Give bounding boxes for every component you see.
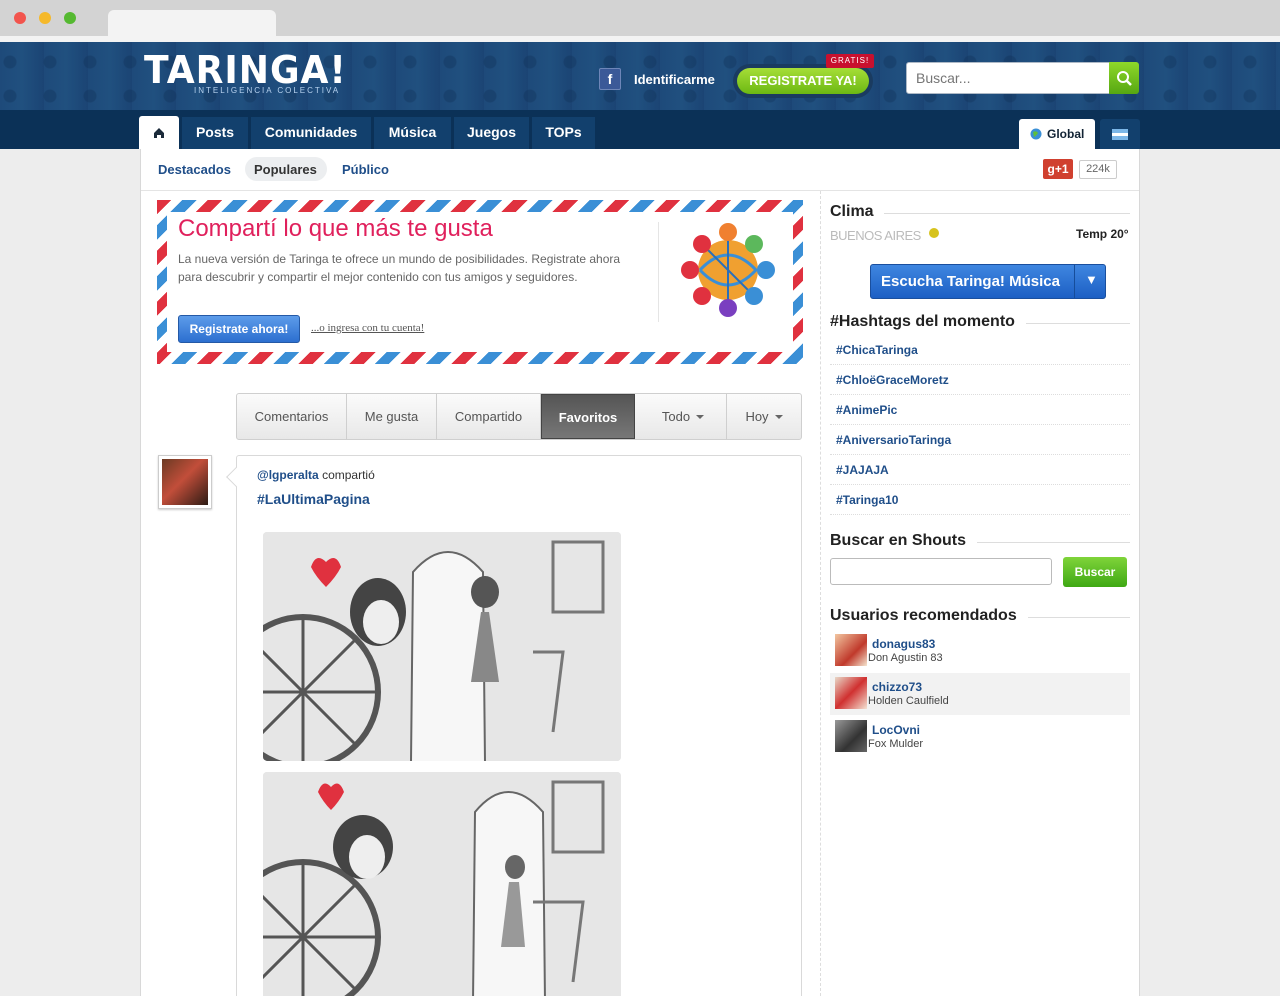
chevron-down-icon: [774, 415, 783, 419]
hashtag-divider: [830, 514, 1130, 515]
comic-panel-2[interactable]: [263, 772, 621, 996]
taringa-musica-label: Escucha Taringa! Música: [881, 273, 1060, 290]
hashtag-item[interactable]: #JAJAJA: [836, 463, 889, 477]
avatar: [835, 720, 867, 752]
argentina-flag-icon: [1112, 129, 1128, 140]
login-link[interactable]: Identificarme: [634, 72, 715, 87]
taringa-musica-button[interactable]: Escucha Taringa! Música: [870, 264, 1106, 299]
nav-musica[interactable]: Música: [374, 117, 451, 149]
users-heading: Usuarios recomendados: [830, 607, 1017, 624]
weather-sun-icon: [929, 228, 939, 238]
hashtag-divider: [830, 364, 1130, 365]
comic-panel-1[interactable]: [263, 532, 621, 761]
hashtag-item[interactable]: #Taringa10: [836, 493, 898, 507]
filter-todo-label: Todo: [661, 409, 691, 424]
subnav-populares[interactable]: Populares: [254, 162, 317, 177]
subnav-destacados[interactable]: Destacados: [158, 162, 231, 177]
user-name[interactable]: LocOvni: [872, 723, 920, 737]
register-button[interactable]: REGISTRATE YA!: [737, 68, 869, 94]
hashtag-divider: [830, 424, 1130, 425]
user-real-name: Holden Caulfield: [868, 695, 949, 707]
nav-home[interactable]: [139, 116, 179, 149]
hashtag-item[interactable]: #ChicaTaringa: [836, 343, 918, 357]
subnav-divider: [141, 190, 1139, 191]
nav-juegos[interactable]: Juegos: [454, 117, 529, 149]
recommended-user[interactable]: chizzo73 Holden Caulfield: [830, 673, 1130, 715]
facebook-icon[interactable]: f: [599, 68, 621, 90]
country-selector[interactable]: [1100, 119, 1140, 149]
search-button[interactable]: [1109, 62, 1139, 94]
hashtag-divider: [830, 484, 1130, 485]
hashtag-item[interactable]: #ChloëGraceMoretz: [836, 373, 949, 387]
close-window-button[interactable]: [14, 12, 26, 24]
musica-button-separator: [1074, 265, 1075, 298]
globe-icon: [1030, 128, 1042, 140]
nav-comunidades[interactable]: Comunidades: [251, 117, 371, 149]
avatar: [835, 677, 867, 709]
recommended-user[interactable]: donagus83 Don Agustin 83: [830, 630, 1130, 672]
clima-city: BUENOS AIRES: [830, 228, 921, 243]
login-link-secondary[interactable]: ...o ingresa con tu cuenta!: [311, 322, 424, 334]
promo-text: La nueva versión de Taringa te ofrece un…: [178, 252, 621, 284]
user-real-name: Fox Mulder: [868, 738, 924, 750]
gplus-count: 224k: [1079, 160, 1117, 179]
nav-tops[interactable]: TOPs: [532, 117, 595, 149]
avatar: [162, 459, 208, 505]
hashtag-item[interactable]: #AnimePic: [836, 403, 897, 417]
filter-favoritos[interactable]: Favoritos: [541, 394, 635, 439]
filter-me-gusta[interactable]: Me gusta: [347, 394, 437, 439]
clima-heading: Clima: [830, 203, 874, 220]
post-author-avatar[interactable]: [158, 455, 212, 509]
hashtag-divider: [830, 394, 1130, 395]
user-name[interactable]: chizzo73: [872, 680, 922, 694]
shouts-search-button[interactable]: Buscar: [1063, 557, 1127, 587]
column-divider: [820, 191, 821, 996]
clima-temperature: Temp 20°: [1076, 227, 1129, 241]
hashtags-heading: #Hashtags del momento: [830, 313, 1015, 330]
promo-title: Compartí lo que más te gusta: [178, 215, 493, 242]
users-rule: [1028, 617, 1130, 618]
filter-comentarios[interactable]: Comentarios: [237, 394, 347, 439]
user-name[interactable]: donagus83: [872, 637, 935, 651]
shouts-rule: [977, 542, 1130, 543]
comic-illustration-2: [263, 772, 621, 996]
subnav-publico[interactable]: Público: [342, 162, 389, 177]
post-author-line: @lgperalta compartió: [257, 468, 375, 482]
shouts-search-input[interactable]: [830, 558, 1052, 585]
hashtags-rule: [1026, 323, 1130, 324]
filter-hoy-dropdown[interactable]: Hoy: [727, 394, 801, 439]
zoom-window-button[interactable]: [64, 12, 76, 24]
minimize-window-button[interactable]: [39, 12, 51, 24]
search-icon: [1117, 71, 1132, 86]
shouts-heading: Buscar en Shouts: [830, 532, 967, 549]
browser-chrome: [0, 0, 1280, 42]
community-circle-illustration: [681, 223, 775, 317]
search-input[interactable]: [906, 62, 1110, 94]
post-hashtag[interactable]: #LaUltimaPagina: [257, 491, 370, 507]
recommended-user[interactable]: LocOvni Fox Mulder: [830, 716, 1130, 758]
hashtag-item[interactable]: #AniversarioTaringa: [836, 433, 951, 447]
register-now-button[interactable]: Registrate ahora!: [178, 315, 300, 343]
avatar: [835, 634, 867, 666]
chevron-down-icon[interactable]: ▼: [1085, 272, 1098, 287]
post-author-link[interactable]: @lgperalta: [257, 468, 319, 482]
nav-posts[interactable]: Posts: [182, 117, 248, 149]
user-real-name: Don Agustin 83: [868, 652, 943, 664]
logo-tagline: INTELIGENCIA COLECTIVA: [194, 86, 341, 95]
promo-divider: [658, 222, 659, 322]
hashtag-divider: [830, 454, 1130, 455]
nav-global-label: Global: [1047, 127, 1085, 141]
post-action: compartió: [322, 468, 375, 482]
filter-hoy-label: Hoy: [745, 409, 769, 424]
comic-illustration-1: [263, 532, 621, 761]
clima-rule: [884, 213, 1130, 214]
nav-global[interactable]: Global: [1019, 119, 1095, 149]
gratis-badge: GRATIS!: [826, 54, 874, 68]
filter-todo-dropdown[interactable]: Todo: [640, 394, 727, 439]
chevron-down-icon: [696, 415, 705, 419]
home-icon: [154, 128, 164, 138]
filter-compartido[interactable]: Compartido: [437, 394, 541, 439]
gplus-button[interactable]: g+1: [1043, 159, 1073, 179]
